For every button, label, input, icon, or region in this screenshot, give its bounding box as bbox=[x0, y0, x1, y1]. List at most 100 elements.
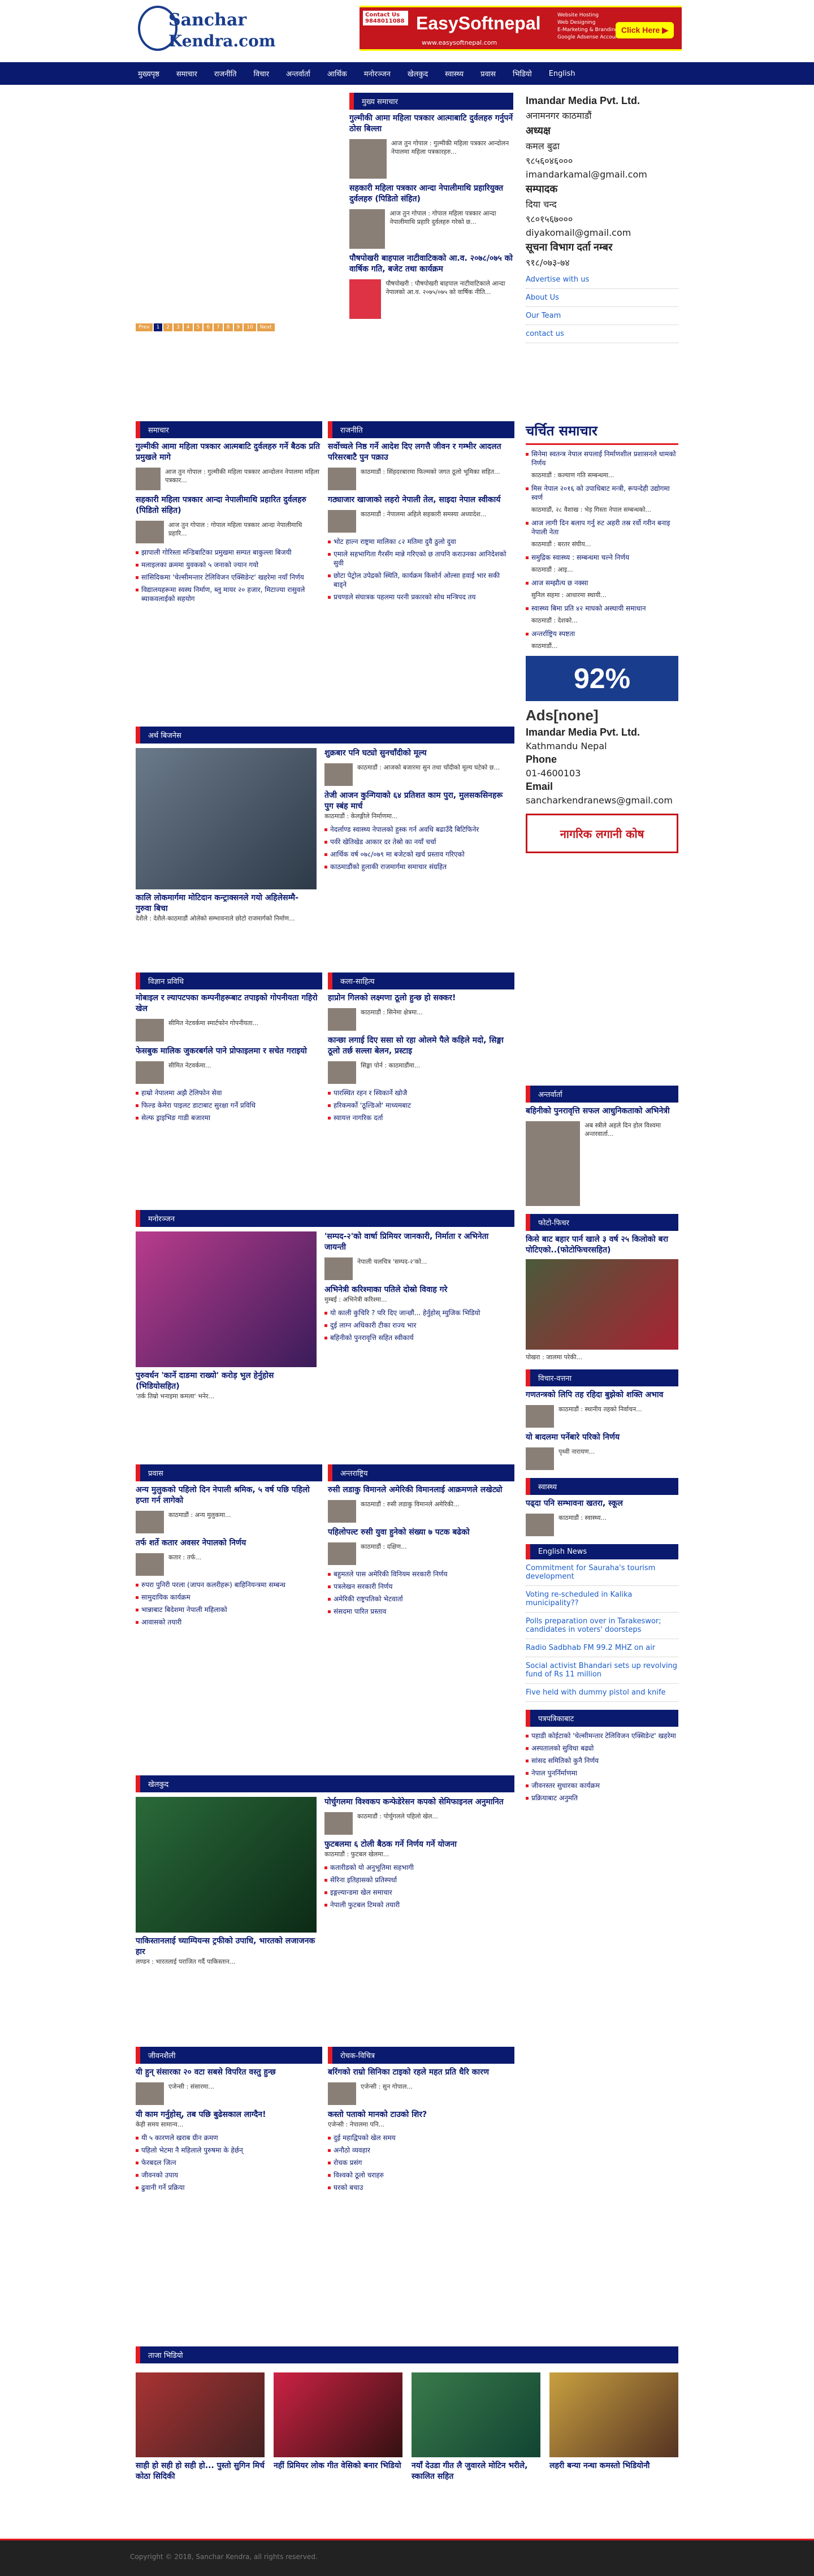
nav-item[interactable]: अन्तर्वार्ता bbox=[286, 68, 310, 79]
news-thumbnail[interactable] bbox=[526, 1447, 554, 1470]
news-headline[interactable]: किसे बाट बहार पार्न खाले ३ वर्ष २५ किलोक… bbox=[526, 1234, 678, 1256]
nav-item[interactable]: समाचार bbox=[176, 68, 197, 79]
news-headline[interactable]: पहिलोपल्ट रुसी युवा हुनेको संख्या ७ पटक … bbox=[328, 1527, 514, 1538]
news-headline[interactable]: यी हुन् संसारका २० वटा सबसे विपरित वस्तु… bbox=[136, 2067, 322, 2078]
list-item[interactable]: इङ्गल्यान्डमा खेल समाचार bbox=[324, 1888, 511, 1897]
news-headline[interactable]: बहिनीको पुनरावृत्ति सफल आधुनिकताको अभिने… bbox=[526, 1106, 678, 1117]
news-headline[interactable]: गणतन्त्रको लिपि तह रहिदा बुझेको शक्ति अभ… bbox=[526, 1390, 678, 1401]
news-thumbnail[interactable] bbox=[526, 1405, 554, 1428]
sidebar-link[interactable]: contact us bbox=[526, 325, 678, 343]
list-item[interactable]: घरको बचाउ bbox=[328, 2183, 514, 2192]
popular-item[interactable]: स्वास्थ्य बिमा प्रति ४२ माघको अस्थायी सम… bbox=[526, 604, 678, 613]
english-news-link[interactable]: Commitment for Sauraha's tourism develop… bbox=[526, 1559, 678, 1586]
list-item[interactable]: जीवनको उपाय bbox=[136, 2171, 322, 2180]
list-item[interactable]: पहिलो भेटमा नै महिलाले पुरुषमा के हेर्छन… bbox=[136, 2146, 322, 2155]
list-item[interactable]: बहुमतले पास अमेरिकी विनियम सरकारी निर्णय bbox=[328, 1570, 514, 1579]
page-button[interactable]: 9 bbox=[233, 323, 243, 331]
news-thumbnail[interactable] bbox=[328, 1500, 356, 1523]
news-thumbnail[interactable] bbox=[526, 1514, 554, 1536]
news-thumbnail[interactable] bbox=[324, 763, 353, 786]
news-headline[interactable]: सर्वोच्चले निष्ठ गर्ने आदेश दिए लगत्तै ज… bbox=[328, 442, 514, 463]
news-thumbnail[interactable] bbox=[349, 209, 386, 249]
news-headline[interactable]: तेजी आजन कुन्गियाको ६४ प्रतिशत काम पुरा,… bbox=[324, 790, 511, 812]
nav-item[interactable]: मनोरञ्जन bbox=[364, 68, 391, 79]
list-item[interactable]: रुपरा पुनिरी परला (जापन कलरीहरू) बाहिनिय… bbox=[136, 1580, 322, 1589]
popular-item[interactable]: सिनेमा स्वतन्त्र नेपाल सपलाई निर्माणशील … bbox=[526, 449, 678, 468]
list-item[interactable]: आर्थिक वर्ष ०७८/०७९ मा बजेटको खर्च प्रस्… bbox=[324, 850, 511, 859]
news-headline[interactable]: गठ्याजार खाजाको लहरो नेपाली तेल, साइदा न… bbox=[328, 495, 514, 505]
list-item[interactable]: पारस्थित रहन र स्विकार्ने खोजै bbox=[328, 1088, 514, 1097]
header-ad-banner[interactable]: Contact Us 9848011088 EasySoftnepal www.… bbox=[360, 6, 682, 51]
sidebar-link[interactable]: Our Team bbox=[526, 307, 678, 325]
list-item[interactable]: अस्पतालको सुविधा बढ्यो bbox=[526, 1744, 678, 1753]
news-headline[interactable]: यी काम गर्नुहोस्, तब पछि बुढेसकाल लाग्दै… bbox=[136, 2110, 322, 2120]
page-button[interactable]: 10 bbox=[244, 323, 256, 331]
nav-item[interactable]: स्वास्थ्य bbox=[445, 68, 464, 79]
list-item[interactable]: सांसिदिकमा 'चेल्सीमन्तार टेलिविजन एक्सिड… bbox=[136, 573, 322, 582]
list-item[interactable]: प्रक्रियाबाट अनुमति bbox=[526, 1793, 678, 1803]
news-headline[interactable]: शुक्रबार पनि घट्यो सुनचाँदीको मूल्य bbox=[324, 748, 511, 759]
news-thumbnail[interactable] bbox=[136, 521, 164, 543]
english-news-link[interactable]: Radio Sadbhab FM 99.2 MHZ on air bbox=[526, 1639, 678, 1657]
list-item[interactable]: कतारीडको यो अनुभूतिमा सहभागी bbox=[324, 1863, 511, 1872]
video-card[interactable]: नयाँ देउडा गीत लै जुवारले मोटिन भरीले, स… bbox=[412, 2372, 540, 2482]
news-thumbnail[interactable] bbox=[349, 279, 382, 319]
list-item[interactable]: ढुवानी गर्ने प्रक्रिया bbox=[136, 2183, 322, 2192]
news-headline[interactable]: यो बादलमा पर्नेबारे परिको निर्णय bbox=[526, 1432, 678, 1443]
list-item[interactable]: बहिनीको पुनरावृत्ति सहित स्वीकार्य bbox=[324, 1333, 511, 1342]
video-thumbnail[interactable] bbox=[136, 2372, 265, 2457]
news-thumbnail[interactable] bbox=[349, 139, 387, 179]
list-item[interactable]: नेपाली फुटबल टिमको तयारी bbox=[324, 1900, 511, 1909]
list-item[interactable]: नेदर्लाण्ड स्वास्थ्य नेपालको हुस्क गर्न … bbox=[324, 825, 511, 834]
list-item[interactable]: फिल्ड केमेरा पाइलट डाटाबाट सुरक्षा गर्ने… bbox=[136, 1101, 322, 1110]
list-item[interactable]: सांसद समितिको कुनै निर्णय bbox=[526, 1756, 678, 1765]
page-prev-button[interactable]: Prev bbox=[136, 323, 153, 331]
news-headline[interactable]: कालि लोकमार्गमा मोटिदान कन्ट्राक्सनले गय… bbox=[136, 893, 317, 914]
video-thumbnail[interactable] bbox=[549, 2372, 678, 2457]
page-button[interactable]: 2 bbox=[163, 323, 173, 331]
list-item[interactable]: रोचक प्रसंग bbox=[328, 2158, 514, 2167]
list-item[interactable]: प्रचण्डले संघात्रक पहलमा परनी प्रकारको स… bbox=[328, 593, 514, 602]
popular-item[interactable]: आज सम्झौत्य छ नक्सा bbox=[526, 578, 678, 587]
popular-item[interactable]: मिस नेपाल २०१६ को उपाधिबाट मन्त्री, रूपन… bbox=[526, 484, 678, 502]
news-thumbnail[interactable] bbox=[328, 1542, 356, 1565]
page-next-button[interactable]: Next bbox=[257, 323, 275, 331]
list-item[interactable]: नेपाल पुनर्निर्माणमा bbox=[526, 1769, 678, 1778]
nav-item[interactable]: खेलकुद bbox=[408, 68, 428, 79]
list-item[interactable]: विश्वको ठूलो चराहरु bbox=[328, 2171, 514, 2180]
news-headline[interactable]: पोर्चुगलमा विश्वकप कन्फेडेरेसन कपको सेमि… bbox=[324, 1797, 511, 1808]
page-button[interactable]: 7 bbox=[214, 323, 223, 331]
list-item[interactable]: अनौठो व्यवहार bbox=[328, 2146, 514, 2155]
news-headline[interactable]: 'सम्पद-२'को वार्षा प्रिमियर जानकारी, निर… bbox=[324, 1231, 511, 1253]
english-news-link[interactable]: Voting re-scheduled in Kalika municipali… bbox=[526, 1586, 678, 1613]
news-headline[interactable]: तर्फ शर्ते कतार अवसर नेपालको निर्णय bbox=[136, 1538, 322, 1549]
list-item[interactable]: यी ५ कारणले खराब ग्रीन क्रमण bbox=[136, 2133, 322, 2142]
popular-item[interactable]: आज लागी दिन बलाप गर्नु रुट अहरी तस्र रर्… bbox=[526, 518, 678, 537]
list-item[interactable]: जीवनस्तर सुधारका कार्यक्रम bbox=[526, 1781, 678, 1790]
english-news-link[interactable]: Social activist Bhandari sets up revolvi… bbox=[526, 1657, 678, 1684]
page-button[interactable]: 3 bbox=[174, 323, 183, 331]
video-title[interactable]: नयाँ देउडा गीत लै जुवारले मोटिन भरीले, स… bbox=[412, 2461, 540, 2482]
news-thumbnail[interactable] bbox=[328, 468, 356, 490]
video-thumbnail[interactable] bbox=[412, 2372, 540, 2457]
sidebar-link[interactable]: Advertise with us bbox=[526, 271, 678, 289]
news-thumbnail[interactable] bbox=[526, 1121, 581, 1206]
list-item[interactable]: पत्रलेखन सरकारी निर्णय bbox=[328, 1582, 514, 1591]
feature-image[interactable] bbox=[526, 1259, 678, 1350]
news-thumbnail[interactable] bbox=[136, 1553, 164, 1576]
news-thumbnail[interactable] bbox=[136, 2082, 164, 2105]
list-item[interactable]: स्वायत्त नागरिक दर्ता bbox=[328, 1113, 514, 1122]
list-item[interactable]: भान्नाबाट बिदेशमा नेपाली महिलाको bbox=[136, 1605, 322, 1614]
news-thumbnail[interactable] bbox=[328, 510, 356, 533]
video-card[interactable]: लहरी बन्या नन्धा कमस्तो भिडियोनौ bbox=[549, 2372, 678, 2482]
news-thumbnail[interactable] bbox=[328, 2082, 356, 2105]
nav-item[interactable]: राजनीति bbox=[214, 68, 237, 79]
popular-item[interactable]: समुद्रिक स्वास्थ्य : सम्बन्धमा चल्ने निर… bbox=[526, 553, 678, 562]
list-item[interactable]: फेरबदल जित्न bbox=[136, 2158, 322, 2167]
feature-image[interactable] bbox=[136, 1797, 317, 1933]
page-button[interactable]: 6 bbox=[204, 323, 213, 331]
news-headline[interactable]: अभिनेत्री करिश्माका पतिले दोस्रो विवाह ग… bbox=[324, 1285, 511, 1295]
list-item[interactable]: मलाइलका क्रममा युवकको ५ जनाको ज्यान गयो bbox=[136, 560, 322, 569]
news-headline[interactable]: बरिंगको राम्रो सिनिका टाइको रहले महत प्र… bbox=[328, 2067, 514, 2078]
list-item[interactable]: हाम्रो नेपालमा अझै टेलिफोन सेवा bbox=[136, 1088, 322, 1097]
